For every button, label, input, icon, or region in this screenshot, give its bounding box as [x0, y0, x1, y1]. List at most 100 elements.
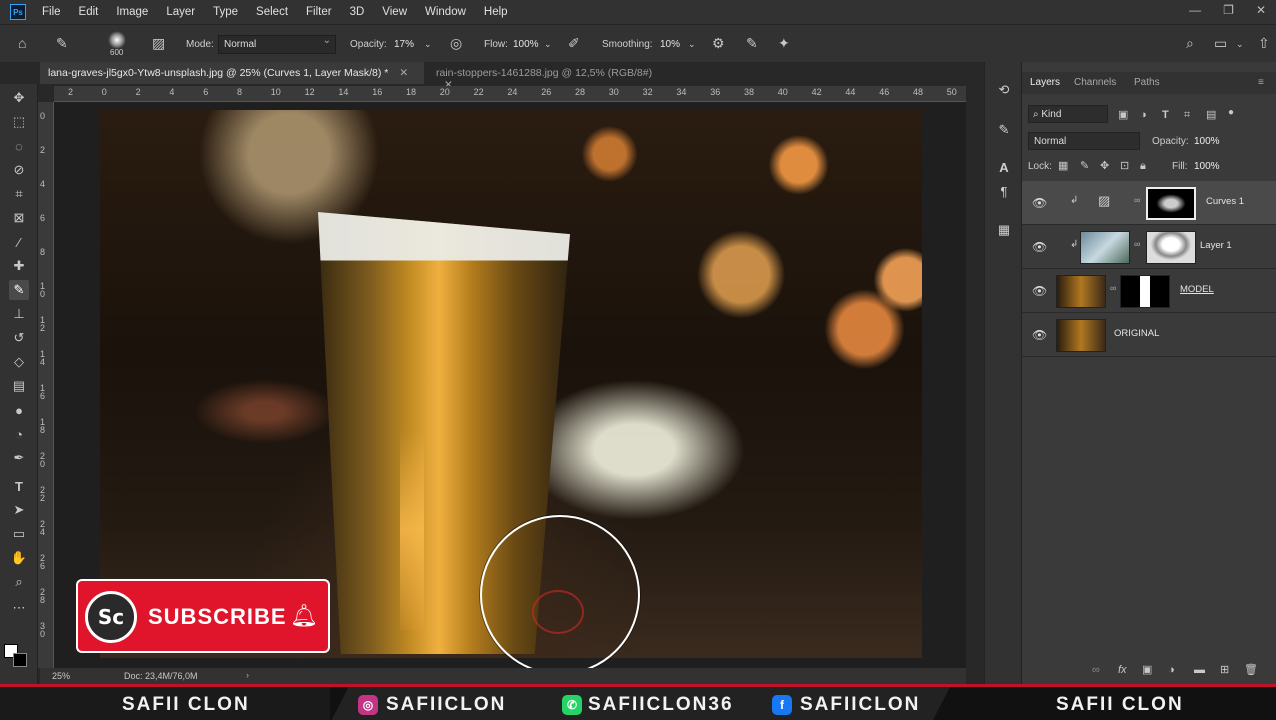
layer-thumbnail[interactable]	[1056, 275, 1106, 308]
menu-type[interactable]: Type	[213, 6, 238, 18]
layer-name[interactable]: MODEL	[1180, 284, 1214, 295]
add-mask-icon[interactable]: ▣	[1142, 663, 1152, 677]
type-filter-icon[interactable]: T	[1162, 108, 1169, 122]
menu-filter[interactable]: Filter	[306, 6, 332, 18]
brush-tool-icon[interactable]: ✎	[56, 36, 68, 50]
search-icon[interactable]: ⌕	[1186, 36, 1194, 50]
layer-mask-thumbnail[interactable]	[1146, 187, 1196, 220]
eye-icon[interactable]: 👁︎	[1032, 240, 1047, 254]
lock-transparent-icon[interactable]: ▦	[1058, 159, 1068, 173]
eye-icon[interactable]: 👁︎	[1032, 196, 1047, 210]
quick-select-tool-icon[interactable]: ⊘	[9, 160, 29, 180]
chevron-down-icon[interactable]: ⌄	[544, 37, 552, 51]
image-filter-icon[interactable]: ▣	[1118, 108, 1128, 122]
layer-opacity-value[interactable]: 100%	[1194, 136, 1220, 147]
minimize-icon[interactable]: —	[1189, 3, 1201, 17]
move-tool-icon[interactable]: ✥	[9, 88, 29, 108]
frame-tool-icon[interactable]: ⊠	[9, 208, 29, 228]
lock-position-icon[interactable]: ✥	[1100, 159, 1109, 173]
rectangle-tool-icon[interactable]: ▭	[9, 524, 29, 544]
blur-tool-icon[interactable]: ●	[9, 400, 29, 420]
menu-view[interactable]: View	[382, 6, 407, 18]
new-adjustment-icon[interactable]: ◑	[1168, 663, 1175, 677]
menu-edit[interactable]: Edit	[79, 6, 99, 18]
gear-icon[interactable]: ⚙	[712, 36, 725, 50]
crop-tool-icon[interactable]: ⌗	[9, 184, 29, 204]
zoom-tool-icon[interactable]: ⌕	[9, 572, 29, 592]
new-group-icon[interactable]: ▬	[1194, 663, 1205, 677]
layer-row-layer1[interactable]: 👁︎ ↲ ∞ Layer 1	[1022, 225, 1276, 269]
link-icon[interactable]: ∞	[1110, 283, 1116, 293]
workspace-icon[interactable]: ▭	[1214, 36, 1227, 50]
menu-window[interactable]: Window	[425, 6, 466, 18]
chevron-right-icon[interactable]: ›	[246, 670, 249, 680]
menu-image[interactable]: Image	[116, 6, 148, 18]
adjustment-filter-icon[interactable]: ◑	[1140, 108, 1147, 122]
character-icon[interactable]: A	[996, 160, 1012, 176]
eraser-tool-icon[interactable]: ◇	[9, 352, 29, 372]
type-tool-icon[interactable]: T	[9, 476, 29, 496]
smoothing-value[interactable]: 10%	[660, 39, 680, 50]
marquee-tool-icon[interactable]: ⬚	[9, 112, 29, 132]
opacity-value[interactable]: 17%	[394, 39, 414, 50]
layer-row-curves[interactable]: 👁︎ ↲ ▨ ∞ Curves 1	[1022, 181, 1276, 225]
menu-help[interactable]: Help	[484, 6, 508, 18]
shape-filter-icon[interactable]: ⌗	[1184, 108, 1190, 122]
brush-settings-icon[interactable]: ✎	[996, 122, 1012, 138]
dodge-tool-icon[interactable]: ◔	[9, 424, 29, 444]
link-icon[interactable]: ∞	[1134, 195, 1140, 205]
mode-select[interactable]: Normal	[218, 35, 336, 54]
pen-tool-icon[interactable]: ✒	[9, 448, 29, 468]
tab-paths[interactable]: Paths	[1134, 77, 1160, 88]
subscribe-badge[interactable]: Sc SUBSCRIBE 🔔︎	[76, 579, 330, 653]
menu-layer[interactable]: Layer	[166, 6, 195, 18]
zoom-level[interactable]: 25%	[52, 671, 70, 681]
blend-mode-select[interactable]: Normal	[1028, 132, 1140, 150]
layer-mask-thumbnail[interactable]	[1146, 231, 1196, 264]
brush-settings-icon[interactable]: ▨	[152, 36, 165, 50]
background-color-swatch[interactable]	[13, 653, 27, 667]
restore-icon[interactable]: ❐	[1223, 3, 1234, 17]
layer-name[interactable]: Curves 1	[1206, 196, 1244, 207]
path-select-tool-icon[interactable]: ➤	[9, 500, 29, 520]
layer-row-model[interactable]: 👁︎ ∞ MODEL	[1022, 269, 1276, 313]
paragraph-icon[interactable]: ¶	[996, 184, 1012, 200]
clone-stamp-tool-icon[interactable]: ⊥	[9, 304, 29, 324]
chevron-down-icon[interactable]: ⌄	[424, 37, 432, 51]
smart-object-filter-icon[interactable]: ▤	[1206, 108, 1216, 122]
chevron-down-icon[interactable]: ⌄	[688, 37, 696, 51]
fx-icon[interactable]: fx	[1118, 663, 1127, 677]
tab-lana-graves[interactable]: lana-graves-jl5gx0-Ytw8-unsplash.jpg @ 2…	[40, 62, 424, 84]
new-layer-icon[interactable]: ⊞	[1220, 663, 1229, 677]
lock-all-icon[interactable]: 🔒︎	[1140, 159, 1146, 173]
tab-layers[interactable]: Layers	[1030, 77, 1060, 88]
layer-name[interactable]: Layer 1	[1200, 240, 1232, 251]
link-icon[interactable]: ∞	[1134, 239, 1140, 249]
eye-icon[interactable]: 👁︎	[1032, 284, 1047, 298]
close-icon[interactable]: ✕	[399, 67, 408, 79]
layer-name[interactable]: ORIGINAL	[1114, 328, 1159, 339]
pressure-opacity-icon[interactable]: ◎	[450, 36, 462, 50]
history-brush-tool-icon[interactable]: ↺	[9, 328, 29, 348]
close-icon[interactable]: ✕	[1256, 3, 1266, 17]
layer-mask-thumbnail[interactable]	[1120, 275, 1170, 308]
layer-row-original[interactable]: 👁︎ ORIGINAL	[1022, 313, 1276, 357]
eye-icon[interactable]: 👁︎	[1032, 328, 1047, 342]
adjustments-icon[interactable]: ▦	[996, 222, 1012, 238]
pressure-size-icon[interactable]: ✎	[746, 36, 758, 50]
brush-preview-icon[interactable]	[108, 31, 126, 49]
airbrush-icon[interactable]: ✐	[568, 36, 580, 50]
panel-menu-icon[interactable]: ≡	[1258, 77, 1264, 88]
symmetry-icon[interactable]: ✦	[778, 36, 790, 50]
lasso-tool-icon[interactable]: ◌	[9, 136, 29, 156]
lock-artboard-icon[interactable]: ⊡	[1120, 159, 1129, 173]
layer-filter-select[interactable]: ⌕ Kind	[1028, 105, 1108, 123]
healing-tool-icon[interactable]: ✚	[9, 256, 29, 276]
tab-channels[interactable]: Channels	[1074, 77, 1116, 88]
layer-thumbnail[interactable]	[1056, 319, 1106, 352]
gradient-tool-icon[interactable]: ▤	[9, 376, 29, 396]
trash-icon[interactable]: 🗑︎	[1244, 663, 1258, 677]
more-tools-icon[interactable]: ⋯	[9, 598, 29, 618]
brush-tool-icon[interactable]: ✎	[9, 280, 29, 300]
hand-tool-icon[interactable]: ✋	[9, 548, 29, 568]
